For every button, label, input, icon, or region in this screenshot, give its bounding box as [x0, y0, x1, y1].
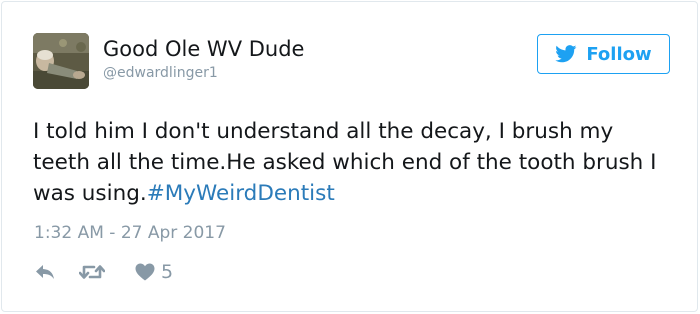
retweet-button[interactable] — [79, 263, 105, 281]
follow-button-label: Follow — [586, 43, 652, 65]
user-handle[interactable]: @edwardlinger1 — [103, 64, 218, 82]
twitter-bird-icon — [555, 45, 577, 63]
reply-button[interactable] — [35, 264, 55, 280]
like-button[interactable]: 5 — [135, 260, 173, 284]
user-photo-avatar-icon — [33, 33, 89, 89]
display-name[interactable]: Good Ole WV Dude — [103, 36, 304, 62]
like-count: 5 — [161, 261, 174, 283]
tweet-text: I told him I don't understand all the de… — [33, 116, 673, 209]
reply-icon — [36, 265, 54, 279]
tweet-actions: 5 — [35, 260, 173, 284]
heart-icon — [135, 263, 155, 281]
follow-button[interactable]: Follow — [537, 34, 670, 74]
tweet-body: I told him I don't understand all the de… — [33, 119, 657, 206]
hashtag-link[interactable]: #MyWeirdDentist — [147, 181, 335, 206]
tweet-card: Good Ole WV Dude @edwardlinger1 Follow I… — [1, 1, 698, 312]
avatar[interactable] — [33, 33, 89, 89]
retweet-icon — [79, 265, 105, 279]
tweet-timestamp[interactable]: 1:32 AM - 27 Apr 2017 — [34, 222, 226, 244]
